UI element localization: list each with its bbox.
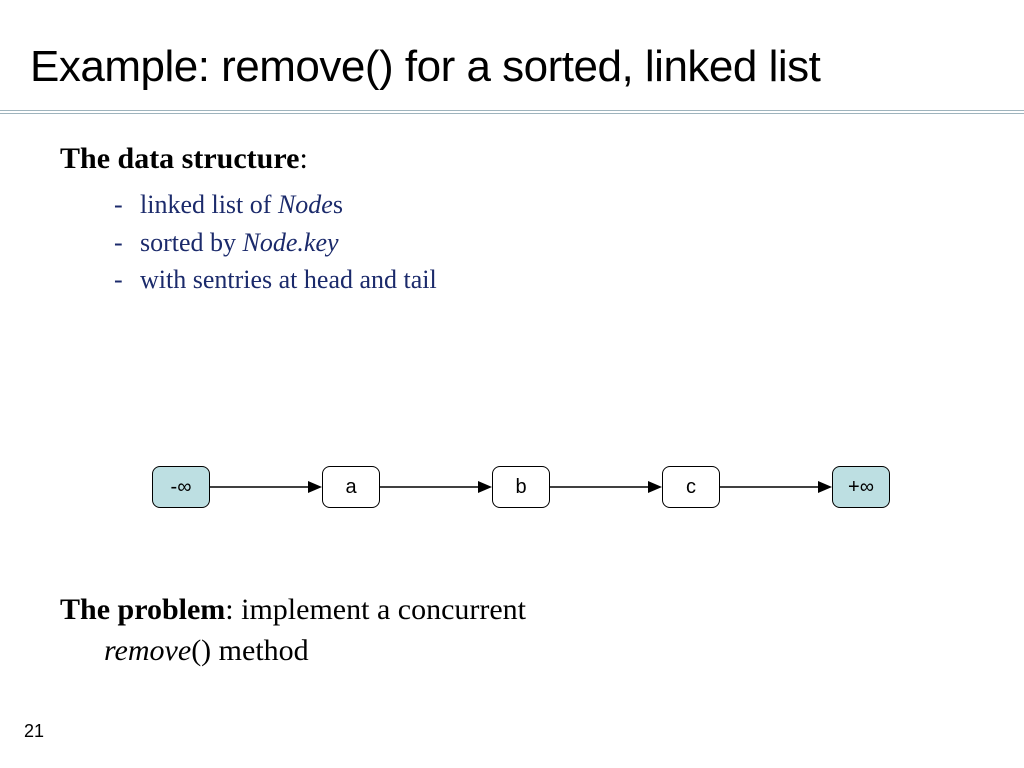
bullet-text: linked list of Nodes <box>140 186 343 224</box>
bullet-dash: - <box>114 186 140 224</box>
page-number: 21 <box>24 721 44 742</box>
bullet-dash: - <box>114 261 140 299</box>
bullet-text: with sentries at head and tail <box>140 261 437 299</box>
list-node-c: c <box>662 466 720 508</box>
problem-line-2: remove() method <box>60 631 920 672</box>
section-problem: The problem: implement a concurrent remo… <box>60 590 920 671</box>
arrow-icon <box>720 466 832 508</box>
section-data-structure-heading: The data structure: <box>60 142 964 176</box>
bullet-item: - with sentries at head and tail <box>114 261 964 299</box>
bullet-list: - linked list of Nodes - sorted by Node.… <box>114 186 964 299</box>
heading-rest: : <box>299 142 307 175</box>
arrow-icon <box>380 466 492 508</box>
list-node-head-sentry: -∞ <box>152 466 210 508</box>
list-node-b: b <box>492 466 550 508</box>
problem-line-1: The problem: implement a concurrent <box>60 590 920 631</box>
slide: Example: remove() for a sorted, linked l… <box>0 0 1024 768</box>
body: The data structure: - linked list of Nod… <box>0 114 1024 299</box>
bullet-item: - linked list of Nodes <box>114 186 964 224</box>
list-node-a: a <box>322 466 380 508</box>
linked-list-diagram: -∞ a b c +∞ <box>0 452 1024 532</box>
bullet-text: sorted by Node.key <box>140 224 339 262</box>
list-node-tail-sentry: +∞ <box>832 466 890 508</box>
arrow-icon <box>210 466 322 508</box>
heading-bold: The data structure <box>60 142 299 175</box>
bullet-dash: - <box>114 224 140 262</box>
arrow-icon <box>550 466 662 508</box>
bullet-item: - sorted by Node.key <box>114 224 964 262</box>
slide-title: Example: remove() for a sorted, linked l… <box>0 0 1024 92</box>
